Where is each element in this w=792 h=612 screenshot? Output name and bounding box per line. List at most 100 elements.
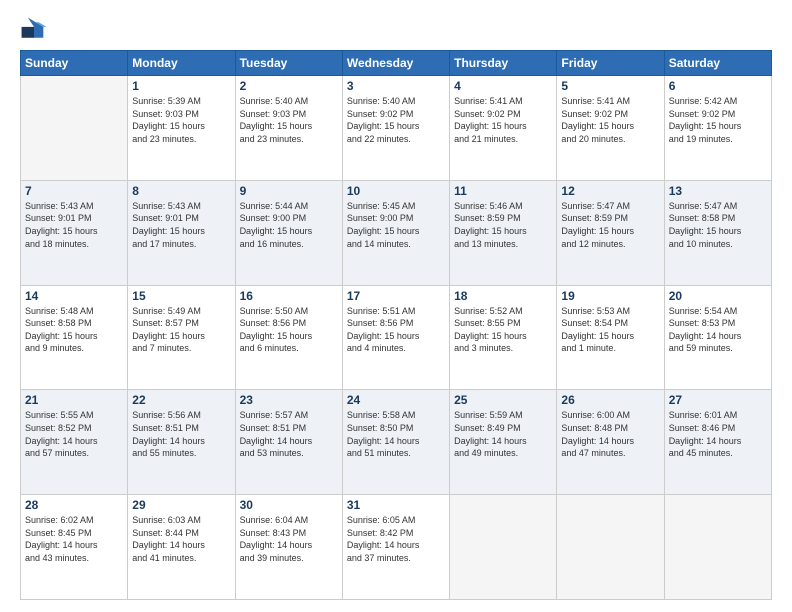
cell-date: 5 [561,79,659,93]
cell-info: Sunrise: 6:02 AM Sunset: 8:45 PM Dayligh… [25,514,123,564]
calendar-cell: 26Sunrise: 6:00 AM Sunset: 8:48 PM Dayli… [557,390,664,495]
calendar-cell: 12 Sunrise: 5:47 AM Sunset: 8:59 PM Dayli… [557,180,664,285]
calendar-cell: 27 Sunrise: 6:01 AM Sunset: 8:46 PM Dayli… [664,390,771,495]
cell-info: Sunrise: 5:58 AM Sunset: 8:50 PM Dayligh… [347,409,445,459]
cell-info: Sunrise: 5:40 AM Sunset: 9:02 PM Dayligh… [347,95,445,145]
calendar-cell: 29 Sunrise: 6:03 AM Sunset: 8:44 PM Dayli… [128,495,235,600]
calendar-cell [557,495,664,600]
cell-date: 26 [561,393,659,407]
cell-date: 1 [132,79,230,93]
calendar-cell: 3 Sunrise: 5:40 AM Sunset: 9:02 PM Daylig… [342,76,449,181]
cell-info: Sunrise: 5:41 AM Sunset: 9:02 PM Dayligh… [454,95,552,145]
cell-info: Sunrise: 5:39 AM Sunset: 9:03 PM Dayligh… [132,95,230,145]
calendar-cell [664,495,771,600]
week-row-2: 7 Sunrise: 5:43 AM Sunset: 9:01 PM Daylig… [21,180,772,285]
day-header-thursday: Thursday [450,51,557,76]
logo [20,16,52,44]
calendar-cell: 18 Sunrise: 5:52 AM Sunset: 8:55 PM Dayli… [450,285,557,390]
cell-date: 8 [132,184,230,198]
calendar-cell: 19 Sunrise: 5:53 AM Sunset: 8:54 PM Dayli… [557,285,664,390]
calendar-cell: 20 Sunrise: 5:54 AM Sunset: 8:53 PM Dayli… [664,285,771,390]
calendar-cell: 9 Sunrise: 5:44 AM Sunset: 9:00 PM Daylig… [235,180,342,285]
calendar-cell: 10 Sunrise: 5:45 AM Sunset: 9:00 PM Dayli… [342,180,449,285]
calendar-cell: 14 Sunrise: 5:48 AM Sunset: 8:58 PM Dayli… [21,285,128,390]
cell-info: Sunrise: 6:01 AM Sunset: 8:46 PM Dayligh… [669,409,767,459]
cell-info: Sunrise: 5:48 AM Sunset: 8:58 PM Dayligh… [25,305,123,355]
cell-date: 29 [132,498,230,512]
cell-info: Sunrise: 6:05 AM Sunset: 8:42 PM Dayligh… [347,514,445,564]
cell-date: 19 [561,289,659,303]
cell-date: 30 [240,498,338,512]
day-header-sunday: Sunday [21,51,128,76]
cell-info: Sunrise: 5:45 AM Sunset: 9:00 PM Dayligh… [347,200,445,250]
calendar-cell: 2 Sunrise: 5:40 AM Sunset: 9:03 PM Daylig… [235,76,342,181]
cell-date: 14 [25,289,123,303]
cell-date: 4 [454,79,552,93]
calendar-cell: 21Sunrise: 5:55 AM Sunset: 8:52 PM Dayli… [21,390,128,495]
calendar-cell: 16Sunrise: 5:50 AM Sunset: 8:56 PM Dayli… [235,285,342,390]
calendar-cell: 23Sunrise: 5:57 AM Sunset: 8:51 PM Dayli… [235,390,342,495]
calendar-cell: 1 Sunrise: 5:39 AM Sunset: 9:03 PM Daylig… [128,76,235,181]
cell-info: Sunrise: 5:43 AM Sunset: 9:01 PM Dayligh… [25,200,123,250]
week-row-1: 1 Sunrise: 5:39 AM Sunset: 9:03 PM Daylig… [21,76,772,181]
calendar-cell: 15 Sunrise: 5:49 AM Sunset: 8:57 PM Dayli… [128,285,235,390]
page: SundayMondayTuesdayWednesdayThursdayFrid… [0,0,792,612]
calendar-cell: 5 Sunrise: 5:41 AM Sunset: 9:02 PM Daylig… [557,76,664,181]
cell-date: 20 [669,289,767,303]
cell-date: 15 [132,289,230,303]
calendar-cell: 24 Sunrise: 5:58 AM Sunset: 8:50 PM Dayli… [342,390,449,495]
calendar-cell [450,495,557,600]
calendar: SundayMondayTuesdayWednesdayThursdayFrid… [20,50,772,600]
cell-info: Sunrise: 5:54 AM Sunset: 8:53 PM Dayligh… [669,305,767,355]
cell-info: Sunrise: 5:53 AM Sunset: 8:54 PM Dayligh… [561,305,659,355]
cell-info: Sunrise: 5:44 AM Sunset: 9:00 PM Dayligh… [240,200,338,250]
logo-icon [20,16,48,44]
week-row-3: 14 Sunrise: 5:48 AM Sunset: 8:58 PM Dayli… [21,285,772,390]
cell-info: Sunrise: 5:47 AM Sunset: 8:58 PM Dayligh… [669,200,767,250]
calendar-cell: 4 Sunrise: 5:41 AM Sunset: 9:02 PM Daylig… [450,76,557,181]
cell-date: 6 [669,79,767,93]
cell-date: 11 [454,184,552,198]
cell-info: Sunrise: 6:03 AM Sunset: 8:44 PM Dayligh… [132,514,230,564]
cell-date: 2 [240,79,338,93]
day-header-wednesday: Wednesday [342,51,449,76]
cell-date: 24 [347,393,445,407]
cell-info: Sunrise: 5:41 AM Sunset: 9:02 PM Dayligh… [561,95,659,145]
calendar-cell: 6 Sunrise: 5:42 AM Sunset: 9:02 PM Daylig… [664,76,771,181]
cell-info: Sunrise: 5:49 AM Sunset: 8:57 PM Dayligh… [132,305,230,355]
calendar-cell: 11 Sunrise: 5:46 AM Sunset: 8:59 PM Dayli… [450,180,557,285]
calendar-cell: 17Sunrise: 5:51 AM Sunset: 8:56 PM Dayli… [342,285,449,390]
calendar-cell: 30 Sunrise: 6:04 AM Sunset: 8:43 PM Dayli… [235,495,342,600]
cell-info: Sunrise: 5:47 AM Sunset: 8:59 PM Dayligh… [561,200,659,250]
cell-date: 18 [454,289,552,303]
calendar-cell: 13 Sunrise: 5:47 AM Sunset: 8:58 PM Dayli… [664,180,771,285]
cell-date: 7 [25,184,123,198]
calendar-header-row: SundayMondayTuesdayWednesdayThursdayFrid… [21,51,772,76]
cell-info: Sunrise: 5:51 AM Sunset: 8:56 PM Dayligh… [347,305,445,355]
cell-info: Sunrise: 5:46 AM Sunset: 8:59 PM Dayligh… [454,200,552,250]
cell-info: Sunrise: 5:40 AM Sunset: 9:03 PM Dayligh… [240,95,338,145]
cell-date: 25 [454,393,552,407]
cell-info: Sunrise: 5:42 AM Sunset: 9:02 PM Dayligh… [669,95,767,145]
cell-date: 10 [347,184,445,198]
calendar-cell: 8 Sunrise: 5:43 AM Sunset: 9:01 PM Daylig… [128,180,235,285]
week-row-4: 21Sunrise: 5:55 AM Sunset: 8:52 PM Dayli… [21,390,772,495]
calendar-cell: 25 Sunrise: 5:59 AM Sunset: 8:49 PM Dayli… [450,390,557,495]
calendar-cell: 31 Sunrise: 6:05 AM Sunset: 8:42 PM Dayli… [342,495,449,600]
cell-info: Sunrise: 5:57 AM Sunset: 8:51 PM Dayligh… [240,409,338,459]
day-header-monday: Monday [128,51,235,76]
cell-info: Sunrise: 5:56 AM Sunset: 8:51 PM Dayligh… [132,409,230,459]
cell-date: 12 [561,184,659,198]
cell-info: Sunrise: 5:59 AM Sunset: 8:49 PM Dayligh… [454,409,552,459]
day-header-saturday: Saturday [664,51,771,76]
day-header-tuesday: Tuesday [235,51,342,76]
cell-info: Sunrise: 6:04 AM Sunset: 8:43 PM Dayligh… [240,514,338,564]
cell-date: 31 [347,498,445,512]
cell-date: 9 [240,184,338,198]
cell-info: Sunrise: 5:43 AM Sunset: 9:01 PM Dayligh… [132,200,230,250]
cell-info: Sunrise: 5:52 AM Sunset: 8:55 PM Dayligh… [454,305,552,355]
cell-date: 27 [669,393,767,407]
calendar-cell: 7 Sunrise: 5:43 AM Sunset: 9:01 PM Daylig… [21,180,128,285]
cell-date: 13 [669,184,767,198]
cell-date: 3 [347,79,445,93]
